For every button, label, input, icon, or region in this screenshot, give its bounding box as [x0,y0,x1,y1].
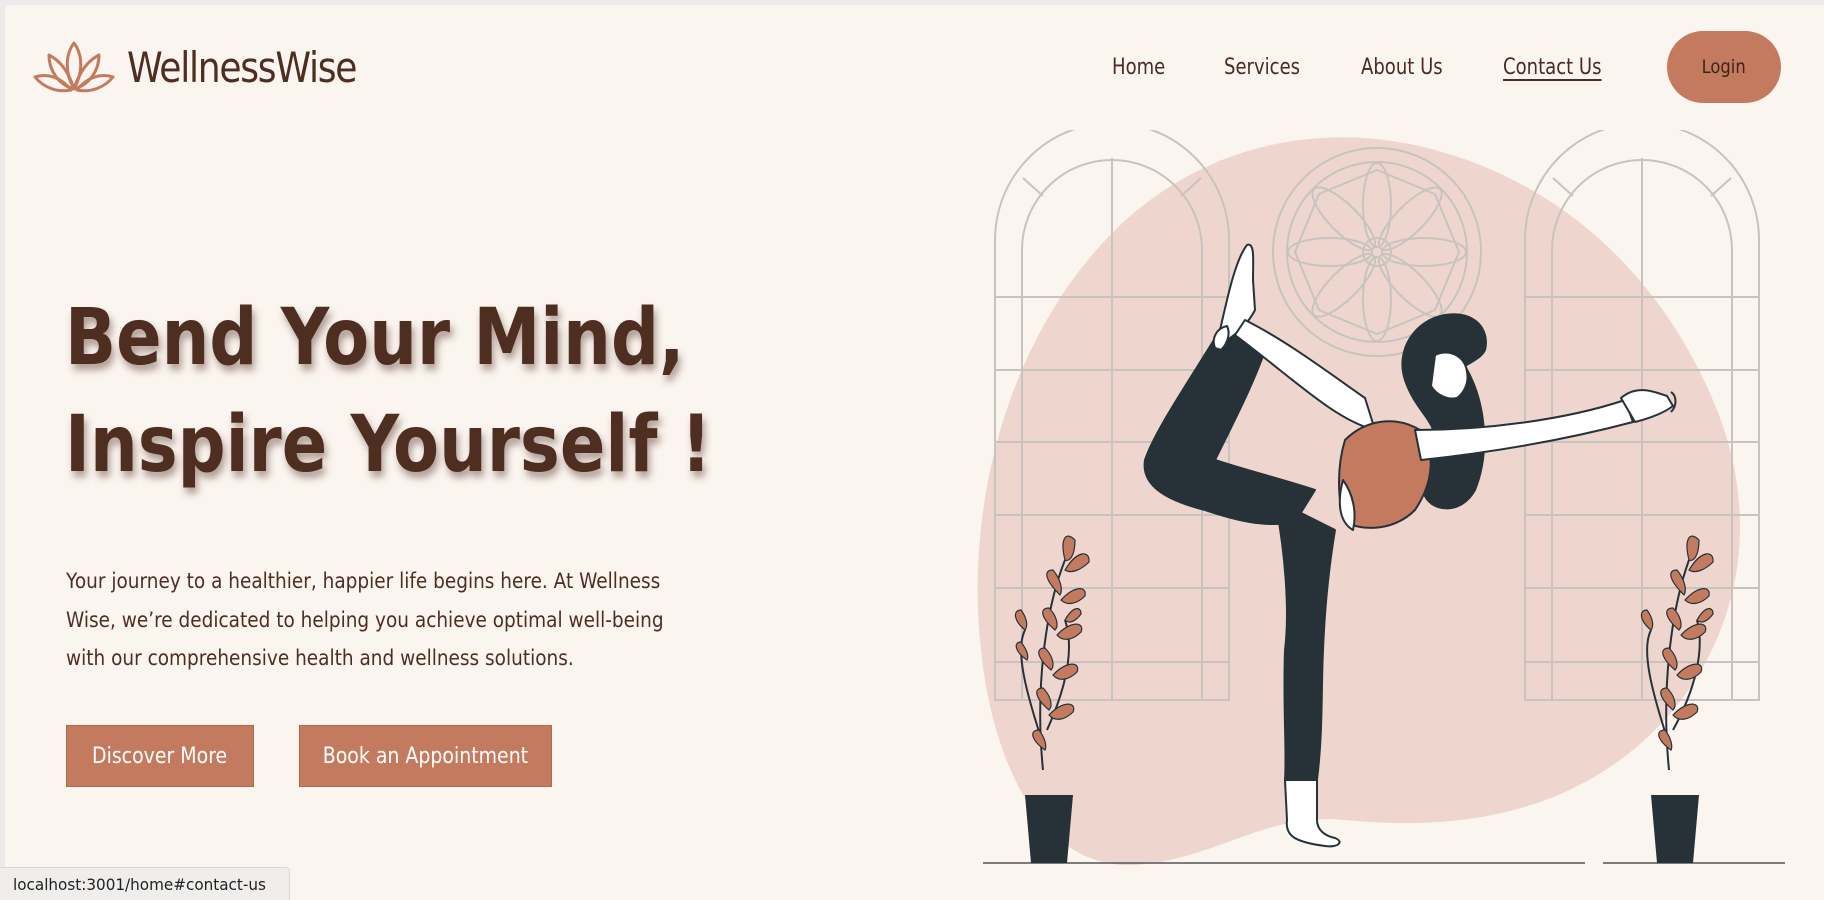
login-button[interactable]: Login [1667,31,1781,103]
status-url: localhost:3001/home#contact-us [13,874,266,894]
yoga-illustration [977,130,1785,866]
page: WellnessWise Home Services About Us Cont… [5,5,1824,900]
login-button-label: Login [1701,56,1747,78]
nav-services[interactable]: Services [1224,55,1300,80]
browser-status-bar: localhost:3001/home#contact-us [0,867,291,900]
book-appointment-label: Book an Appointment [322,743,529,769]
lotus-icon [33,41,115,93]
hero-title-line-1: Bend Your Mind, [65,293,685,383]
hero-title: Bend Your Mind, Inspire Yourself ! [65,285,711,499]
brand-logo[interactable]: WellnessWise [31,37,393,97]
nav-about-us[interactable]: About Us [1361,55,1443,80]
discover-more-label: Discover More [92,743,228,769]
nav-contact-us[interactable]: Contact Us [1503,55,1602,80]
hero-title-line-2: Inspire Yourself ! [65,400,712,490]
hero-description: Your journey to a healthier, happier lif… [66,569,664,670]
discover-more-button[interactable]: Discover More [66,725,254,787]
nav-home[interactable]: Home [1112,55,1165,80]
book-appointment-button[interactable]: Book an Appointment [299,725,552,787]
brand-name: WellnessWise [127,42,357,92]
